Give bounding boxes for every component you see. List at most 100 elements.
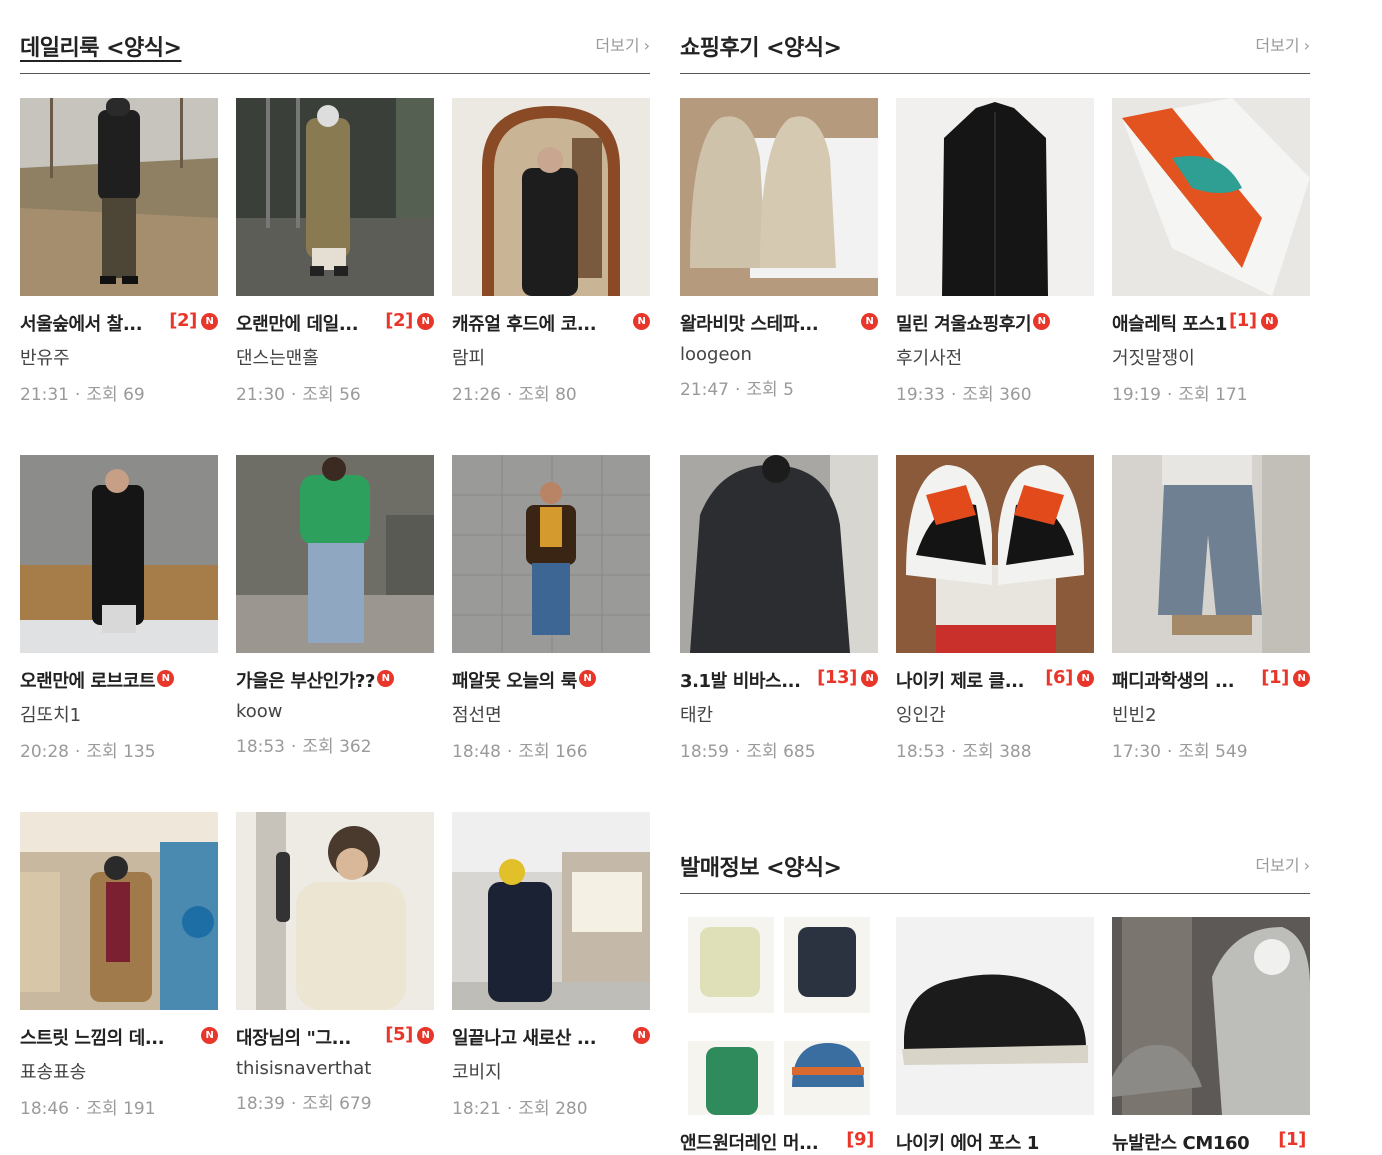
post-title-text: 나이키 에어 포스 1 [896,1133,1039,1154]
post-card[interactable]: 오랜만에 데일... [2] N 댄스는맨홀 21:30 · 조회 56 [236,98,434,405]
post-title[interactable]: 밀린 겨울쇼핑후기 N [896,310,1094,335]
post-card[interactable]: 대장님의 "그... [5] N thisisnaverthat 18:39 · 조회 … [236,812,434,1114]
post-title[interactable]: 오랜만에 데일... [2] N [236,310,434,335]
separator-dot: · [951,742,957,762]
post-title[interactable]: 패디과학생의 ... [1] N [1112,667,1310,692]
views-label: 조회 [86,1099,118,1119]
views-count: 56 [339,385,361,405]
post-title[interactable]: 뉴발란스 CM160 [1] [1112,1129,1310,1154]
views-count: 80 [555,385,577,405]
post-author[interactable]: 람피 [452,344,650,370]
post-author[interactable]: 반유주 [20,344,218,370]
post-card[interactable]: 스트릿 느낌의 데... N 표송표송 18:46 · 조회 191 [20,812,218,1119]
post-title[interactable]: 나이키 제로 클... [6] N [896,667,1094,692]
post-card[interactable]: 캐쥬얼 후드에 코... N 람피 21:26 · 조회 80 [452,98,650,405]
post-title-text: 밀린 겨울쇼핑후기 [896,314,1032,335]
post-thumbnail-image [452,455,650,653]
post-time: 18:39 [236,1094,285,1114]
post-thumbnail[interactable] [680,917,878,1115]
post-author[interactable]: 점선면 [452,701,650,727]
post-time: 18:46 [20,1099,69,1119]
post-title[interactable]: 앤드원더레인 머... [9] [680,1129,878,1154]
post-thumbnail[interactable] [236,455,434,653]
post-thumbnail[interactable] [680,98,878,296]
post-thumbnail[interactable] [1112,455,1310,653]
views-count: 135 [123,742,156,762]
new-badge-icon: N [861,313,878,330]
post-meta: 18:48 · 조회 166 [452,737,650,762]
post-author[interactable]: 후기사전 [896,344,1094,370]
post-title[interactable]: 서울숲에서 찰... [2] N [20,310,218,335]
post-author[interactable]: thisisnaverthat [236,1058,434,1079]
post-card[interactable]: 나이키 에어 포스 1 [896,917,1094,1154]
post-card[interactable]: 서울숲에서 찰... [2] N 반유주 21:31 · 조회 69 [20,98,218,405]
post-card[interactable]: 오랜만에 로브코트 N 김또치1 20:28 · 조회 135 [20,455,218,762]
post-thumbnail[interactable] [236,98,434,296]
post-card[interactable]: 나이키 제로 클... [6] N 잉인간 18:53 · 조회 388 [896,455,1094,762]
post-card[interactable]: 패알못 오늘의 룩N 점선면 18:48 · 조회 166 [452,455,650,762]
post-title[interactable]: 나이키 에어 포스 1 [896,1129,1094,1154]
post-card[interactable]: 일끝나고 새로산 ... N 코비지 18:21 · 조회 280 [452,812,650,1119]
daily-look-title[interactable]: 데일리룩 <양식> [20,30,182,62]
post-thumbnail[interactable] [896,98,1094,296]
separator-dot: · [75,385,81,405]
post-thumbnail[interactable] [1112,98,1310,296]
post-title[interactable]: 대장님의 "그... [5] N [236,1024,434,1049]
post-title[interactable]: 일끝나고 새로산 ... N [452,1024,650,1049]
new-badge-icon: N [1293,670,1310,687]
post-thumbnail[interactable] [452,455,650,653]
post-thumbnail[interactable] [20,812,218,1010]
post-card[interactable]: 왈라비맛 스테파... N loogeon 21:47 · 조회 5 [680,98,878,400]
daily-look-header: 데일리룩 <양식> 더보기 › [20,0,650,74]
post-thumbnail[interactable] [236,812,434,1010]
post-author[interactable]: 코비지 [452,1058,650,1084]
shopping-review-more-link[interactable]: 더보기 › [1255,32,1310,56]
new-badge-icon: N [633,313,650,330]
new-badge-icon: N [578,670,596,687]
post-title[interactable]: 애슬레틱 포스1 [1] N [1112,310,1310,335]
post-title[interactable]: 3.1발 비바스... [13] N [680,667,878,692]
post-author[interactable]: 김또치1 [20,701,218,727]
post-author[interactable]: 댄스는맨홀 [236,344,434,370]
post-author[interactable]: 잉인간 [896,701,1094,727]
post-author[interactable]: 표송표송 [20,1058,218,1084]
post-thumbnail[interactable] [896,455,1094,653]
post-thumbnail[interactable] [452,98,650,296]
post-title-text: 앤드원더레인 머... [680,1133,819,1154]
daily-look-more-link[interactable]: 더보기 › [595,32,650,56]
post-author[interactable]: koow [236,701,434,722]
post-title[interactable]: 스트릿 느낌의 데... N [20,1024,218,1049]
post-thumbnail[interactable] [896,917,1094,1115]
post-author[interactable]: 태칸 [680,701,878,727]
post-title[interactable]: 패알못 오늘의 룩N [452,667,650,692]
post-card[interactable]: 패디과학생의 ... [1] N 빈빈2 17:30 · 조회 549 [1112,455,1310,762]
post-title[interactable]: 왈라비맛 스테파... N [680,310,878,335]
post-card[interactable]: 애슬레틱 포스1 [1] N 거짓말쟁이 19:19 · 조회 171 [1112,98,1310,405]
post-author[interactable]: 거짓말쟁이 [1112,344,1310,370]
post-card[interactable]: 3.1발 비바스... [13] N 태칸 18:59 · 조회 685 [680,455,878,762]
comment-count: [1] [1228,310,1257,331]
post-title[interactable]: 오랜만에 로브코트 N [20,667,218,692]
post-thumbnail[interactable] [20,98,218,296]
views-label: 조회 [746,742,778,762]
post-thumbnail[interactable] [680,455,878,653]
new-badge-icon: N [201,313,218,330]
release-info-more-link[interactable]: 더보기 › [1255,852,1310,876]
release-info-title[interactable]: 발매정보 <양식> [680,850,842,882]
post-title[interactable]: 가을은 부산인가?? N [236,667,434,692]
post-card[interactable]: 밀린 겨울쇼핑후기 N 후기사전 19:33 · 조회 360 [896,98,1094,405]
post-card[interactable]: 앤드원더레인 머... [9] [680,917,878,1154]
post-author[interactable]: loogeon [680,344,878,365]
views-label: 조회 [962,742,994,762]
shopping-review-title[interactable]: 쇼핑후기 <양식> [680,30,842,62]
post-author[interactable]: 빈빈2 [1112,701,1310,727]
post-thumbnail[interactable] [20,455,218,653]
post-card[interactable]: 뉴발란스 CM160 [1] [1112,917,1310,1154]
post-thumbnail[interactable] [1112,917,1310,1115]
post-thumbnail[interactable] [452,812,650,1010]
post-card[interactable]: 가을은 부산인가?? N koow 18:53 · 조회 362 [236,455,434,757]
post-title[interactable]: 캐쥬얼 후드에 코... N [452,310,650,335]
views-label: 조회 [962,385,994,405]
views-label: 조회 [518,742,550,762]
views-label: 조회 [746,380,778,400]
